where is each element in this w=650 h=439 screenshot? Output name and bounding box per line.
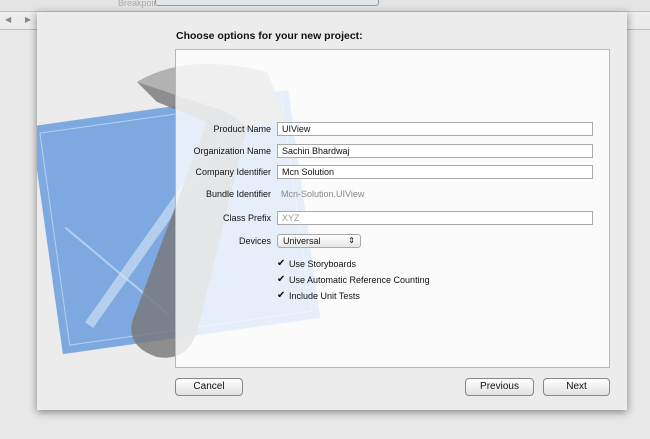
previous-button[interactable]: Previous: [465, 378, 534, 396]
cancel-button[interactable]: Cancel: [175, 378, 243, 396]
company-identifier-input[interactable]: Mcn Solution: [277, 165, 593, 179]
include-unit-tests-label: Include Unit Tests: [289, 290, 360, 301]
bundle-identifier-label: Bundle Identifier: [205, 189, 271, 199]
include-unit-tests-checkbox[interactable]: ✔ Include Unit Tests: [277, 290, 360, 302]
next-button[interactable]: Next: [543, 378, 610, 396]
product-name-label: Product Name: [213, 124, 271, 134]
devices-row: Devices Universal ⇕: [176, 234, 611, 248]
forward-arrow-icon[interactable]: ▶: [25, 15, 31, 24]
dialog-title: Choose options for your new project:: [176, 30, 363, 42]
bundle-identifier-row: Bundle Identifier Mcn-Solution.UIView: [176, 187, 611, 201]
devices-select[interactable]: Universal ⇕: [277, 234, 361, 248]
class-prefix-input[interactable]: XYZ: [277, 211, 593, 225]
options-panel: Product Name UIView Organization Name Sa…: [175, 49, 610, 368]
class-prefix-label: Class Prefix: [222, 213, 271, 223]
use-storyboards-checkbox[interactable]: ✔ Use Storyboards: [277, 258, 356, 270]
product-name-row: Product Name UIView: [176, 122, 611, 136]
back-arrow-icon[interactable]: ◀: [5, 15, 11, 24]
checkmark-icon: ✔: [277, 257, 286, 269]
class-prefix-row: Class Prefix XYZ: [176, 211, 611, 225]
company-identifier-row: Company Identifier Mcn Solution: [176, 165, 611, 179]
use-storyboards-label: Use Storyboards: [289, 258, 357, 269]
use-arc-checkbox[interactable]: ✔ Use Automatic Reference Counting: [277, 274, 430, 286]
activity-field: [155, 0, 379, 6]
devices-label: Devices: [238, 236, 271, 246]
organization-name-input[interactable]: Sachin Bhardwaj: [277, 144, 593, 158]
updown-arrows-icon: ⇕: [348, 236, 355, 245]
bundle-identifier-value: Mcn-Solution.UIView: [281, 189, 365, 199]
organization-name-label: Organization Name: [193, 146, 271, 156]
new-project-sheet: Choose options for your new project: Pro…: [37, 12, 627, 410]
organization-name-row: Organization Name Sachin Bhardwaj: [176, 144, 611, 158]
checkmark-icon: ✔: [277, 289, 286, 301]
product-name-input[interactable]: UIView: [277, 122, 593, 136]
company-identifier-label: Company Identifier: [195, 167, 271, 177]
devices-value: Universal: [283, 236, 321, 246]
use-arc-label: Use Automatic Reference Counting: [289, 274, 430, 285]
checkmark-icon: ✔: [277, 273, 286, 285]
background-toolbar: Breakpoints: [0, 0, 650, 12]
